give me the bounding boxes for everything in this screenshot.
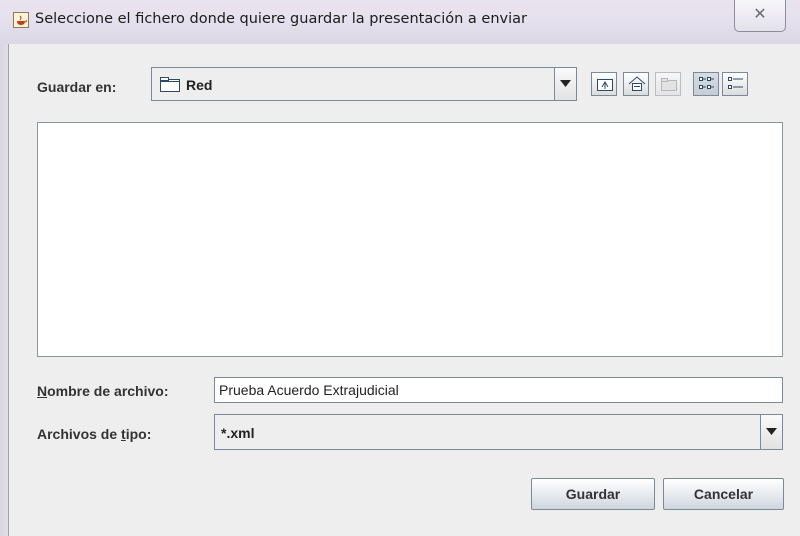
save-in-label-text: Guardar en: — [37, 79, 117, 95]
save-in-dropdown-button[interactable] — [554, 68, 576, 100]
save-in-value: Red — [186, 77, 213, 93]
window-title: Seleccione el fichero donde quiere guard… — [35, 11, 527, 27]
file-type-label-after: ipo: — [125, 426, 152, 442]
details-view-button[interactable] — [722, 72, 748, 96]
close-button[interactable]: ✕ — [734, 0, 786, 32]
file-name-field[interactable] — [214, 377, 783, 403]
title-bar[interactable]: Seleccione el fichero donde quiere guard… — [0, 0, 800, 44]
file-type-combo[interactable]: *.xml — [214, 414, 783, 450]
close-icon: ✕ — [753, 4, 767, 23]
file-type-label: Archivos de tipo: — [37, 426, 151, 442]
cancel-button[interactable]: Cancelar — [663, 478, 784, 510]
up-one-level-button[interactable] — [591, 72, 617, 96]
home-button[interactable] — [623, 72, 649, 96]
file-type-label-before: Archivos de — [37, 426, 122, 442]
file-name-label: Nombre de archivo: — [37, 383, 169, 399]
file-name-label-mnemonic: N — [37, 383, 48, 399]
file-type-dropdown-button[interactable] — [760, 415, 782, 449]
file-name-input[interactable] — [219, 380, 758, 400]
file-type-value: *.xml — [221, 425, 255, 441]
save-button[interactable]: Guardar — [531, 478, 655, 510]
new-folder-button[interactable] — [655, 72, 681, 96]
java-cup-icon — [13, 12, 29, 28]
file-list[interactable] — [37, 122, 783, 357]
save-in-label: Guardar en: — [37, 79, 116, 95]
save-in-combo[interactable]: Red — [151, 67, 577, 101]
save-file-dialog: Seleccione el fichero donde quiere guard… — [0, 0, 800, 536]
window-border — [0, 44, 8, 536]
file-name-label-text: ombre de archivo: — [47, 383, 169, 399]
folder-icon — [160, 77, 180, 97]
list-view-button[interactable] — [693, 72, 719, 96]
